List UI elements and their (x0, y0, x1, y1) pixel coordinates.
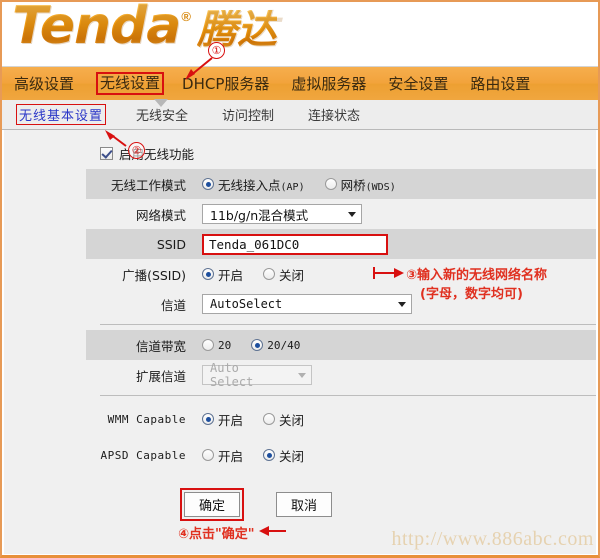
logo-latin-text: Tenda (12, 2, 181, 56)
sub-navigation-bar: 无线基本设置 无线安全 访问控制 连接状态 (2, 99, 598, 130)
active-tab-caret-icon (154, 99, 168, 107)
annotation-marker-2: ② (128, 142, 145, 159)
nav-item-dhcp-server[interactable]: DHCP服务器 (182, 73, 269, 94)
work-mode-option-ap-label: 无线接入点(AP) (218, 177, 305, 193)
ok-button-highlight: 确定 (180, 488, 245, 521)
logo-chinese-text: 腾达 (196, 7, 277, 53)
page-header: Tenda ® 腾达 (2, 2, 598, 66)
wmm-radio-group: 开启 关闭 (202, 410, 324, 429)
network-mode-value: 11b/g/n混合模式 (210, 207, 309, 223)
enable-wireless-checkbox[interactable] (100, 147, 113, 160)
divider (100, 395, 596, 396)
cancel-button[interactable]: 取消 (276, 492, 333, 517)
registered-trademark-icon: ® (181, 9, 191, 24)
extension-channel-label: 扩展信道 (135, 368, 186, 384)
radio-apsd-on-icon[interactable] (202, 449, 214, 461)
ssid-input[interactable]: Tenda_061DC0 (202, 233, 388, 255)
annotation-text-3-line1: ③输入新的无线网络名称 (406, 268, 548, 283)
channel-select[interactable]: AutoSelect (202, 294, 412, 314)
radio-bw2040-icon[interactable] (251, 339, 264, 351)
wmm-capable-row: WMM Capable 开启 关闭 (86, 404, 596, 434)
wmm-option-off-label: 关闭 (279, 412, 305, 428)
nav-item-wireless-settings[interactable]: 无线设置 (96, 72, 165, 95)
radio-wds-icon[interactable] (324, 178, 337, 190)
watermark: http://www.886abc.com (391, 528, 594, 550)
channel-value: AutoSelect (210, 297, 283, 311)
apsd-option-on-label: 开启 (218, 448, 244, 464)
broadcast-ssid-option-off-label: 关闭 (279, 267, 305, 283)
network-mode-row: 网络模式 11b/g/n混合模式 (86, 199, 596, 229)
tab-access-control[interactable]: 访问控制 (222, 105, 274, 124)
wmm-option-off[interactable]: 关闭 (263, 410, 304, 429)
apsd-capable-row: APSD Capable 开启 关闭 (86, 440, 596, 470)
nav-item-advanced-settings[interactable]: 高级设置 (14, 73, 74, 94)
ssid-value: Tenda_061DC0 (209, 236, 300, 252)
main-navigation-bar: 高级设置 无线设置 DHCP服务器 虚拟服务器 安全设置 路由设置 (2, 66, 598, 100)
broadcast-ssid-label: 广播(SSID) (122, 267, 186, 283)
nav-item-virtual-server[interactable]: 虚拟服务器 (291, 73, 366, 94)
wmm-capable-label: WMM Capable (107, 412, 186, 426)
apsd-radio-group: 开启 关闭 (202, 446, 324, 465)
settings-form: 启用无线功能 无线工作模式 无线接入点(AP) 网桥(WDS) 网络模式 11b… (2, 130, 598, 554)
tab-wireless-security[interactable]: 无线安全 (136, 105, 188, 124)
apsd-option-off-label: 关闭 (279, 448, 305, 464)
channel-bandwidth-row: 信道带宽 20 20/40 (86, 330, 596, 360)
enable-wireless-row: 启用无线功能 (4, 130, 596, 169)
radio-ap-icon[interactable] (202, 178, 214, 190)
wmm-option-on-label: 开启 (218, 412, 244, 428)
radio-apsd-off-icon[interactable] (263, 449, 276, 461)
annotation-text-3-line2: (字母，数字均可) (420, 287, 523, 302)
channel-label: 信道 (160, 297, 186, 313)
form-actions: 确定 取消 (4, 488, 596, 521)
apsd-option-on[interactable]: 开启 (202, 446, 243, 465)
work-mode-option-wds-label: 网桥(WDS) (340, 177, 396, 193)
work-mode-row: 无线工作模式 无线接入点(AP) 网桥(WDS) (86, 169, 596, 199)
broadcast-ssid-option-off[interactable]: 关闭 (263, 265, 304, 284)
work-mode-radio-group: 无线接入点(AP) 网桥(WDS) (202, 175, 416, 194)
channel-bandwidth-option-2040[interactable]: 20/40 (251, 339, 300, 352)
channel-bandwidth-option-20-label: 20 (218, 338, 232, 352)
ssid-label: SSID (156, 236, 186, 252)
work-mode-option-ap[interactable]: 无线接入点(AP) (202, 175, 305, 194)
nav-item-routing-settings[interactable]: 路由设置 (470, 73, 530, 94)
wmm-option-on[interactable]: 开启 (202, 410, 243, 429)
annotation-marker-1: ① (208, 42, 225, 59)
radio-broadcast-on-icon[interactable] (202, 268, 214, 280)
chevron-down-icon (398, 301, 406, 307)
tenda-logo: Tenda ® 腾达 (12, 2, 277, 52)
radio-wmm-off-icon[interactable] (263, 413, 276, 425)
nav-item-security-settings[interactable]: 安全设置 (388, 73, 448, 94)
work-mode-label: 无线工作模式 (110, 177, 186, 193)
tab-connection-status[interactable]: 连接状态 (308, 105, 360, 124)
channel-bandwidth-label: 信道带宽 (135, 338, 186, 354)
chevron-down-icon (348, 211, 356, 217)
network-mode-label: 网络模式 (135, 207, 186, 223)
channel-bandwidth-option-2040-label: 20/40 (267, 338, 301, 352)
tab-wireless-basic-settings[interactable]: 无线基本设置 (16, 104, 107, 125)
radio-broadcast-off-icon[interactable] (263, 268, 276, 280)
broadcast-ssid-option-on[interactable]: 开启 (202, 265, 243, 284)
apsd-option-off[interactable]: 关闭 (263, 446, 304, 465)
divider (100, 324, 596, 325)
ok-button[interactable]: 确定 (184, 492, 241, 517)
broadcast-ssid-option-on-label: 开启 (218, 267, 244, 283)
extension-channel-row: 扩展信道 Auto Select (86, 360, 596, 390)
radio-wmm-on-icon[interactable] (202, 413, 214, 425)
channel-bandwidth-radio-group: 20 20/40 (202, 339, 320, 352)
ssid-row: SSID Tenda_061DC0 (86, 229, 596, 259)
work-mode-option-wds[interactable]: 网桥(WDS) (324, 175, 396, 194)
channel-bandwidth-option-20[interactable]: 20 (202, 339, 231, 352)
extension-channel-value: Auto Select (210, 361, 254, 389)
radio-bw20-icon[interactable] (202, 339, 214, 351)
chevron-down-icon (298, 372, 306, 378)
router-admin-page: Tenda ® 腾达 高级设置 无线设置 DHCP服务器 虚拟服务器 安全设置 … (0, 0, 600, 558)
network-mode-select[interactable]: 11b/g/n混合模式 (202, 204, 362, 224)
extension-channel-select: Auto Select (202, 361, 312, 389)
apsd-capable-label: APSD Capable (100, 448, 186, 462)
annotation-text-4: ④点击"确定" (178, 527, 255, 542)
broadcast-ssid-radio-group: 开启 关闭 (202, 265, 324, 284)
